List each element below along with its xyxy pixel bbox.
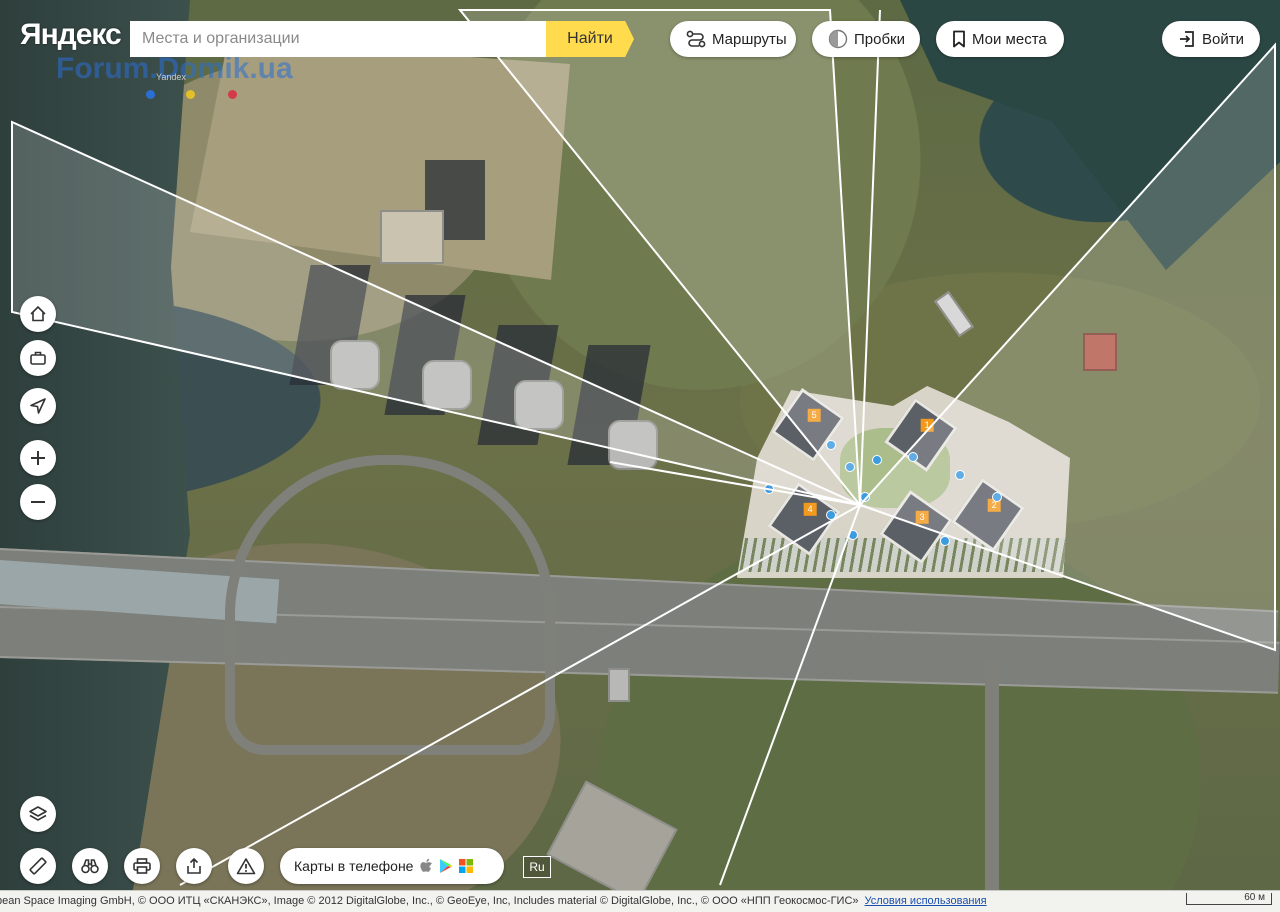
zoom-out-button[interactable]: [20, 484, 56, 520]
print-button[interactable]: [124, 848, 160, 884]
zoom-out-icon: [31, 501, 45, 503]
watermark-subtext: Yandex: [156, 72, 186, 82]
layers-icon: [29, 806, 47, 821]
view-rays-overlay: [11, 9, 1276, 886]
copyright-text: pean Space Imaging GmbH, © ООО ИТЦ «СКАН…: [0, 893, 987, 910]
search-button[interactable]: Найти: [546, 21, 634, 57]
map-footer: pean Space Imaging GmbH, © ООО ИТЦ «СКАН…: [0, 890, 1280, 912]
watermark-dot-blue: [146, 90, 155, 99]
home-icon: [30, 305, 46, 322]
routes-button[interactable]: Маршруты: [670, 21, 796, 57]
geolocation-button[interactable]: [20, 388, 56, 424]
bookmark-icon: [953, 30, 965, 48]
panorama-button[interactable]: [72, 848, 108, 884]
google-play-icon[interactable]: [439, 858, 453, 874]
scale-bar: 60 м: [1186, 893, 1272, 905]
briefcase-icon: [30, 351, 46, 365]
ruler-icon: [29, 857, 47, 875]
satellite-map[interactable]: 5 1 4 3 2: [0, 0, 1280, 890]
apple-icon[interactable]: [419, 858, 433, 874]
search-input[interactable]: [130, 21, 546, 57]
layers-button[interactable]: [20, 796, 56, 832]
my-places-label: Мои места: [972, 30, 1047, 48]
report-button[interactable]: [228, 848, 264, 884]
share-icon: [187, 857, 201, 874]
zoom-in-button[interactable]: [20, 440, 56, 476]
login-button[interactable]: Войти: [1162, 21, 1260, 57]
watermark-dot-red: [228, 90, 237, 99]
share-button[interactable]: [176, 848, 212, 884]
routes-label: Маршруты: [712, 30, 787, 48]
mobile-apps-label: Карты в телефоне: [294, 858, 414, 874]
zoom-in-icon: [31, 451, 45, 465]
traffic-button[interactable]: Пробки: [812, 21, 920, 57]
terms-link[interactable]: Условия использования: [865, 895, 987, 907]
yandex-logo[interactable]: Яндекс: [20, 18, 122, 52]
home-button[interactable]: [20, 296, 56, 332]
my-places-button[interactable]: Мои места: [936, 21, 1064, 57]
mobile-apps-pill[interactable]: Карты в телефоне: [280, 848, 504, 884]
watermark-dot-yellow: [186, 90, 195, 99]
windows-icon[interactable]: [459, 859, 474, 873]
print-icon: [133, 858, 151, 874]
ruler-button[interactable]: [20, 848, 56, 884]
panorama-icon: [81, 859, 99, 874]
traffic-icon: [828, 29, 848, 49]
traffic-label: Пробки: [854, 30, 905, 48]
language-switch[interactable]: Ru: [523, 856, 551, 878]
login-icon: [1180, 31, 1194, 47]
login-label: Войти: [1202, 30, 1244, 48]
copyright-providers: pean Space Imaging GmbH, © ООО ИТЦ «СКАН…: [0, 895, 859, 907]
locate-icon: [30, 398, 46, 414]
work-button[interactable]: [20, 340, 56, 376]
route-icon: [686, 30, 706, 48]
warning-icon: [236, 858, 256, 875]
